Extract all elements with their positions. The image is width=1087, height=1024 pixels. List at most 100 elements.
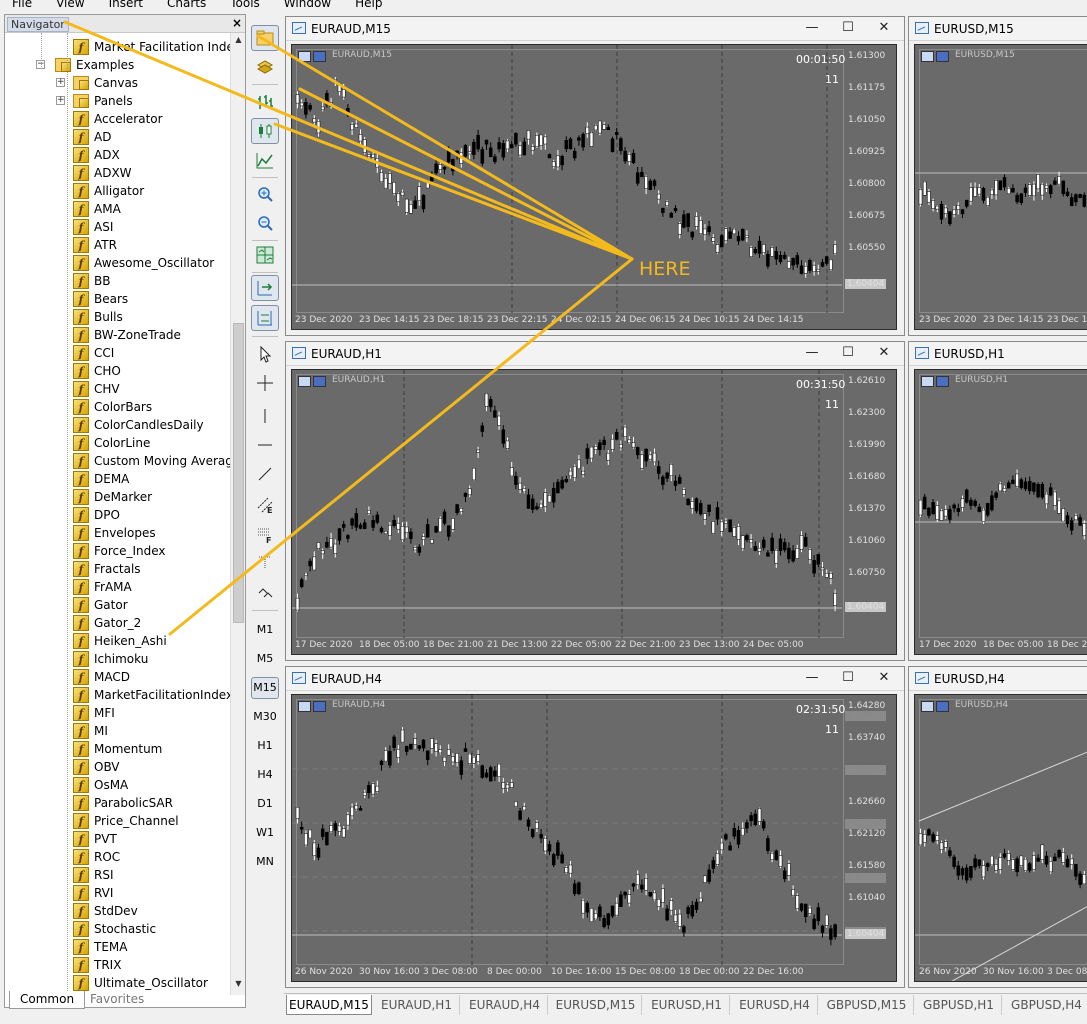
navigator-indicator[interactable]: f ColorLine — [73, 434, 150, 452]
navigator-folder[interactable]: + Panels — [56, 92, 133, 110]
navigator-indicator[interactable]: f FrAMA — [73, 578, 132, 596]
minimize-icon[interactable]: — — [804, 670, 820, 686]
navigator-indicator[interactable]: f TRIX — [73, 956, 121, 974]
timeframe-h1-button[interactable]: H1 — [251, 735, 279, 757]
equidistant-channel-button[interactable]: E — [251, 492, 279, 518]
maximize-icon[interactable]: ☐ — [840, 670, 856, 686]
close-icon[interactable]: ✕ — [876, 20, 892, 36]
minimize-icon[interactable]: — — [804, 20, 820, 36]
timeframe-m5-button[interactable]: M5 — [251, 648, 279, 670]
templates-button[interactable] — [251, 54, 279, 80]
scrollbar-thumb[interactable] — [233, 323, 244, 623]
navigator-indicator[interactable]: f ColorBars — [73, 398, 152, 416]
navigator-indicator[interactable]: f ASI — [73, 218, 113, 236]
navigator-indicator[interactable]: f OBV — [73, 758, 120, 776]
navigator-indicator[interactable]: f OsMA — [73, 776, 128, 794]
cursor-button[interactable] — [251, 341, 279, 367]
navigator-indicator[interactable]: f Momentum — [73, 740, 162, 758]
chart-tab[interactable]: GBPUSD,M15 — [820, 995, 914, 1015]
chart-plot[interactable]: EURUSD,M15 23 Dec 2020 23 Dec 14:15 23 Dec … — [914, 44, 1087, 330]
maximize-icon[interactable]: ☐ — [840, 20, 856, 36]
menu-charts[interactable]: Charts — [155, 0, 218, 10]
vertical-line-button[interactable] — [251, 403, 279, 429]
chart-tab[interactable]: EURAUD,H1 — [374, 995, 460, 1015]
timeframe-m30-button[interactable]: M30 — [251, 706, 279, 728]
candlestick-chart-button[interactable] — [251, 118, 279, 144]
close-icon[interactable]: × — [232, 16, 242, 30]
navigator-indicator[interactable]: f Awesome_Oscillator — [73, 254, 214, 272]
close-icon[interactable]: ✕ — [876, 345, 892, 361]
chart-window[interactable]: EURAUD,H4— ☐ ✕ EURAUD,H4 02:31:50 11 1.64280 1.… — [285, 666, 905, 988]
navigator-indicator[interactable]: f CHO — [73, 362, 121, 380]
tab-favorites[interactable]: Favorites — [80, 991, 154, 1009]
navigator-indicator[interactable]: f AD — [73, 128, 111, 146]
menu-window[interactable]: Window — [272, 0, 343, 10]
menu-help[interactable]: Help — [343, 0, 394, 10]
navigator-indicator[interactable]: f TEMA — [73, 938, 127, 956]
text-button[interactable] — [251, 549, 279, 575]
crosshair-button[interactable] — [251, 370, 279, 396]
chart-plot[interactable]: EURUSD,H4 26 Nov 2020 30 Nov 16:00 3 Dec 08 — [914, 694, 1087, 982]
menu-file[interactable]: File — [0, 0, 44, 10]
chart-tab[interactable]: EURUSD,H4 — [732, 995, 818, 1015]
navigator-indicator[interactable]: f AMA — [73, 200, 121, 218]
timeframe-m15-button[interactable]: M15 — [251, 677, 279, 699]
navigator-indicator[interactable]: f Ultimate_Oscillator — [73, 974, 208, 992]
navigator-indicator[interactable]: f ColorCandlesDaily — [73, 416, 204, 434]
navigator-indicator[interactable]: f CHV — [73, 380, 120, 398]
fibonacci-button[interactable]: F — [251, 522, 279, 548]
chart-plot[interactable]: EURUSD,H1 17 Dec 2020 18 Dec 05:00 18 Dec 2… — [914, 369, 1087, 655]
navigator-indicator[interactable]: f Bulls — [73, 308, 123, 326]
maximize-icon[interactable]: ☐ — [840, 345, 856, 361]
chart-tab[interactable]: EURAUD,M15 — [286, 995, 372, 1015]
chart-window[interactable]: EURUSD,H1 EURUSD,H1 17 Dec 2020 18 Dec 05:0… — [908, 341, 1087, 661]
navigator-indicator[interactable]: f PVT — [73, 830, 117, 848]
navigator-indicator[interactable]: f DeMarker — [73, 488, 152, 506]
navigator-indicator[interactable]: f Bears — [73, 290, 128, 308]
chart-window-titlebar[interactable]: EURAUD,H4 — ☐ ✕ — [286, 667, 904, 691]
navigator-indicator[interactable]: f RVI — [73, 884, 113, 902]
tile-windows-button[interactable] — [251, 242, 279, 268]
navigator-indicator[interactable]: f MI — [73, 722, 108, 740]
navigator-indicator[interactable]: f ParabolicSAR — [73, 794, 173, 812]
chart-tab[interactable]: EURAUD,H4 — [462, 995, 548, 1015]
chart-tab[interactable]: GBPUSD,H4 — [1004, 995, 1087, 1015]
navigator-indicator[interactable]: f Stochastic — [73, 920, 156, 938]
chart-window[interactable]: EURUSD,H4 EURUSD,H4 26 Nov 2020 30 Nov 16:0… — [908, 666, 1087, 988]
navigator-indicator[interactable]: f Accelerator — [73, 110, 163, 128]
navigator-indicator[interactable]: f BB — [73, 272, 110, 290]
timeframe-w1-button[interactable]: W1 — [251, 822, 279, 844]
navigator-indicator[interactable]: f Alligator — [73, 182, 144, 200]
chart-tab[interactable]: EURUSD,H1 — [644, 995, 730, 1015]
navigator-indicator[interactable]: f ATR — [73, 236, 117, 254]
chart-window[interactable]: EURUSD,M15 EURUSD,M15 23 Dec 2020 23 Dec 14… — [908, 16, 1087, 336]
chart-tab[interactable]: EURUSD,M15 — [550, 995, 642, 1015]
navigator-indicator[interactable]: f Envelopes — [73, 524, 156, 542]
chart-window-titlebar[interactable]: EURUSD,H4 — [909, 667, 1087, 691]
scroll-up-icon[interactable]: ▲ — [231, 35, 246, 49]
bar-chart-button[interactable] — [251, 89, 279, 115]
chart-plot[interactable]: EURAUD,H402:31:50111.642801.637401.63200… — [291, 694, 897, 982]
navigator-indicator[interactable]: f Heiken_Ashi — [73, 632, 167, 650]
minimize-icon[interactable]: — — [804, 345, 820, 361]
navigator-indicator[interactable]: f Force_Index — [73, 542, 166, 560]
navigator-indicator[interactable]: f Ichimoku — [73, 650, 148, 668]
chart-shift-button[interactable] — [251, 305, 279, 331]
navigator-scrollbar[interactable]: ▲ ▼ — [230, 33, 245, 995]
navigator-indicator[interactable]: f MFI — [73, 704, 115, 722]
chart-plot[interactable]: EURAUD,H1 00:31:50 11 1.62610 1.62300 1.61990… — [291, 369, 897, 655]
tab-common[interactable]: Common — [9, 991, 86, 1009]
timeframe-mn-button[interactable]: MN — [251, 851, 279, 873]
navigator-indicator[interactable]: f Price_Channel — [73, 812, 179, 830]
navigator-indicator[interactable]: f ADX — [73, 146, 120, 164]
navigator-indicator[interactable]: f DPO — [73, 506, 120, 524]
chart-window[interactable]: EURAUD,M15 — ☐ ✕ EURAUD,M15 00:01:50 11 1.61300… — [285, 16, 905, 336]
navigator-indicator[interactable]: f MarketFacilitationIndex — [73, 686, 230, 704]
navigator-indicator[interactable]: f Custom Moving Average — [73, 452, 230, 470]
chart-window-titlebar[interactable]: EURUSD,H1 — [909, 342, 1087, 366]
chart-plot[interactable]: EURAUD,M15 00:01:50 11 1.61300 1.61175 1.6105… — [291, 44, 897, 330]
menu-insert[interactable]: Insert — [97, 0, 155, 10]
new-chart-button[interactable] — [251, 25, 279, 51]
trendline-button[interactable] — [251, 461, 279, 487]
chart-window-titlebar[interactable]: EURAUD,M15 — ☐ ✕ — [286, 17, 904, 41]
